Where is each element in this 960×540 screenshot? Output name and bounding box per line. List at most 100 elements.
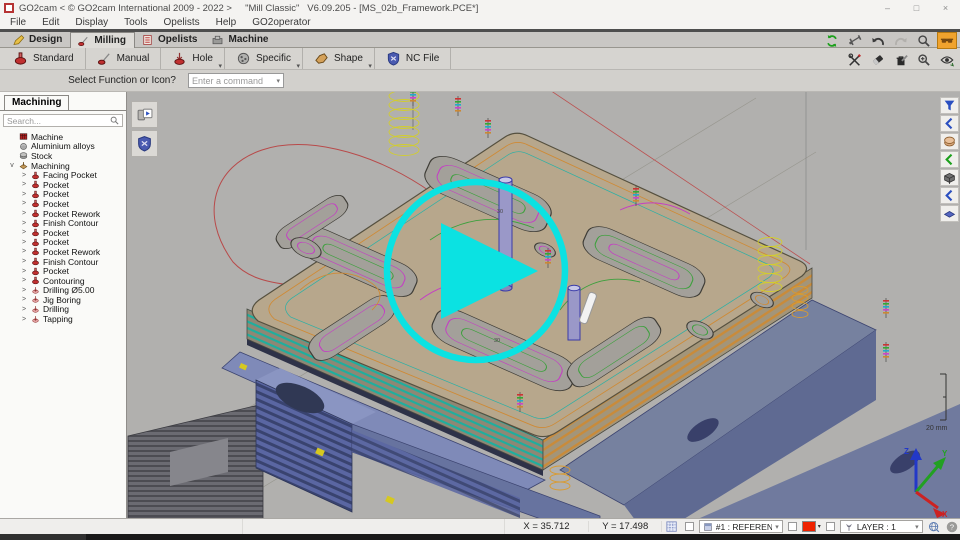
- expand-chevron-icon[interactable]: >: [20, 286, 28, 295]
- ribbon-button[interactable]: NC File ▾: [375, 48, 451, 69]
- operation-item[interactable]: > Pocket: [0, 266, 126, 276]
- operation-item[interactable]: > Contouring: [0, 276, 126, 286]
- operation-item[interactable]: > Drilling Ø5.00: [0, 286, 126, 296]
- operation-item[interactable]: > Drilling: [0, 305, 126, 315]
- search-input[interactable]: Search...: [3, 114, 123, 127]
- menu-item[interactable]: GO2operator: [244, 17, 318, 28]
- tree-item[interactable]: Aluminium alloys: [0, 142, 126, 152]
- operation-item[interactable]: > Facing Pocket: [0, 170, 126, 180]
- ribbon-tab[interactable]: Machine: [205, 32, 276, 47]
- expand-chevron-icon[interactable]: >: [20, 305, 28, 314]
- regenerate-icon[interactable]: [822, 32, 842, 49]
- dropdown-arrow-icon[interactable]: ▾: [218, 62, 222, 70]
- expand-chevron-icon[interactable]: >: [20, 199, 28, 208]
- part-display-icon[interactable]: [940, 133, 959, 150]
- ribbon-tab[interactable]: Opelists: [135, 32, 205, 47]
- expand-chevron-icon[interactable]: >: [20, 295, 28, 304]
- menu-item[interactable]: Opelists: [156, 17, 208, 28]
- operation-item[interactable]: > Pocket: [0, 199, 126, 209]
- plane-selector[interactable]: #1 : REFERENCE ▾: [699, 520, 783, 533]
- redo-icon[interactable]: [891, 32, 911, 49]
- status-spacer: [0, 519, 243, 534]
- close-icon[interactable]: ×: [931, 0, 960, 16]
- ribbon-button[interactable]: Specific ▾: [225, 48, 303, 69]
- maximize-icon[interactable]: □: [902, 0, 931, 16]
- tree-item[interactable]: v Machining: [0, 161, 126, 171]
- dropdown-arrow-icon[interactable]: ▾: [296, 62, 300, 70]
- menu-item[interactable]: Tools: [116, 17, 155, 28]
- plane-checkbox[interactable]: [788, 522, 797, 531]
- expand-chevron-icon[interactable]: >: [20, 190, 28, 199]
- visibility-icon[interactable]: [937, 51, 957, 68]
- expand-chevron-icon[interactable]: >: [20, 180, 28, 189]
- operation-item[interactable]: > Pocket Rework: [0, 247, 126, 257]
- operation-item[interactable]: > Pocket: [0, 238, 126, 248]
- back-green-icon[interactable]: [940, 151, 959, 168]
- ribbon-tab[interactable]: Design: [6, 32, 70, 47]
- menu-item[interactable]: File: [2, 17, 34, 28]
- command-input[interactable]: Enter a command ▾: [188, 73, 284, 88]
- dim-label: 30: [494, 338, 500, 344]
- expand-chevron-icon[interactable]: >: [20, 257, 28, 266]
- menu-item[interactable]: Help: [208, 17, 245, 28]
- drill-op-icon: [31, 305, 40, 314]
- ribbon-button[interactable]: Hole ▾: [161, 48, 225, 69]
- status-spacer: [243, 519, 505, 534]
- zoom-icon[interactable]: [914, 32, 934, 49]
- expand-chevron-icon[interactable]: v: [8, 161, 16, 170]
- expand-chevron-icon[interactable]: >: [20, 267, 28, 276]
- operation-item[interactable]: > Pocket: [0, 190, 126, 200]
- analysis-icon[interactable]: [845, 51, 865, 68]
- undo-icon[interactable]: [868, 32, 888, 49]
- tree-item[interactable]: Stock: [0, 151, 126, 161]
- color-swatch[interactable]: [802, 521, 816, 532]
- menu-item[interactable]: Display: [67, 17, 116, 28]
- ribbon-tab[interactable]: Milling: [70, 32, 135, 48]
- expand-chevron-icon[interactable]: >: [20, 219, 28, 228]
- menu-item[interactable]: Edit: [34, 17, 67, 28]
- expand-chevron-icon[interactable]: >: [20, 238, 28, 247]
- ribbon-button[interactable]: Standard ▾: [2, 48, 86, 69]
- color-checkbox[interactable]: [826, 522, 835, 531]
- tree-item[interactable]: Machine: [0, 132, 126, 142]
- expand-chevron-icon[interactable]: >: [20, 209, 28, 218]
- operation-item[interactable]: > Pocket Rework: [0, 209, 126, 219]
- operation-item[interactable]: > Finish Contour: [0, 218, 126, 228]
- simulation-icon[interactable]: [131, 101, 158, 128]
- help-button[interactable]: ?: [944, 521, 960, 533]
- viewport-3d[interactable]: 30 30 20 mm Z Y X: [127, 92, 960, 518]
- grid-toggle-icon[interactable]: [662, 521, 682, 533]
- zoom-window-icon[interactable]: [914, 51, 934, 68]
- back-blue-icon[interactable]: [940, 115, 959, 132]
- caliper-icon[interactable]: [845, 32, 865, 49]
- operation-item[interactable]: > Pocket: [0, 228, 126, 238]
- filter-icon[interactable]: [940, 97, 959, 114]
- panel-tab-machining[interactable]: Machining: [4, 95, 69, 111]
- ribbon-button[interactable]: Shape ▾: [303, 48, 375, 69]
- operation-item[interactable]: > Pocket: [0, 180, 126, 190]
- dropdown-arrow-icon[interactable]: ▾: [368, 62, 372, 70]
- cleanup-icon[interactable]: [891, 51, 911, 68]
- plate-display-icon[interactable]: [940, 205, 959, 222]
- operation-item[interactable]: > Tapping: [0, 314, 126, 324]
- eraser-icon[interactable]: [868, 51, 888, 68]
- minimize-icon[interactable]: –: [873, 0, 902, 16]
- command-bar: Select Function or Icon? Enter a command…: [0, 70, 960, 92]
- layer-selector[interactable]: LAYER : 1 ▾: [840, 520, 923, 533]
- globe-icon[interactable]: [925, 521, 945, 533]
- design-icon: [12, 34, 25, 46]
- nc-shield-icon[interactable]: [131, 130, 158, 157]
- expand-chevron-icon[interactable]: >: [20, 247, 28, 256]
- back-blue2-icon[interactable]: [940, 187, 959, 204]
- expand-chevron-icon[interactable]: >: [20, 315, 28, 324]
- expand-chevron-icon[interactable]: >: [20, 171, 28, 180]
- stock-display-icon[interactable]: [940, 169, 959, 186]
- expand-chevron-icon[interactable]: >: [20, 228, 28, 237]
- simulation-glasses-icon[interactable]: [937, 32, 957, 49]
- swatch-arrow-icon[interactable]: ▾: [818, 523, 821, 530]
- operation-item[interactable]: > Finish Contour: [0, 257, 126, 267]
- operation-item[interactable]: > Jig Boring: [0, 295, 126, 305]
- expand-chevron-icon[interactable]: >: [20, 276, 28, 285]
- ribbon-button[interactable]: Manual ▾: [86, 48, 162, 69]
- grid-checkbox[interactable]: [685, 522, 694, 531]
